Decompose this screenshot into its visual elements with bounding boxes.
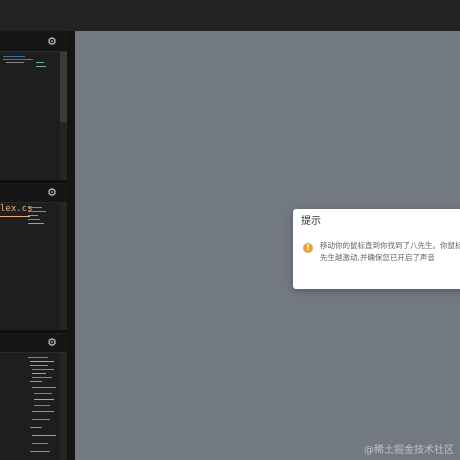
gear-icon[interactable]: ⚙ <box>47 34 57 50</box>
file-tab-label[interactable]: lex.cs <box>0 203 33 215</box>
active-tab-indicator <box>0 216 30 217</box>
warning-icon: ! <box>303 243 313 253</box>
scrollbar-thumb[interactable] <box>60 52 67 122</box>
code-panel-js[interactable]: ⚙ <box>0 334 67 460</box>
code-editor[interactable] <box>0 353 60 460</box>
gear-icon[interactable]: ⚙ <box>47 185 57 201</box>
dialog-title: 提示 <box>301 216 321 227</box>
gear-icon[interactable]: ⚙ <box>47 335 57 351</box>
code-editor[interactable] <box>0 203 60 330</box>
panel-header: ⚙ <box>0 33 67 52</box>
alert-dialog: 提示 ! 移动你的鼠标直到你找到了八先生。你鼠标 先生越激动,并确保您已开启了声… <box>293 209 460 289</box>
panel-header: ⚙ <box>0 184 67 203</box>
code-panel-html[interactable]: ⚙ <box>0 33 67 180</box>
code-editor[interactable] <box>0 52 60 180</box>
panel-header: ⚙ <box>0 334 67 353</box>
minimap <box>60 203 67 330</box>
minimap <box>60 52 67 180</box>
minimap <box>60 353 67 460</box>
code-panel-css[interactable]: ⚙ lex.cs <box>0 184 67 330</box>
dialog-message-line: 移动你的鼠标直到你找到了八先生。你鼠标 <box>320 241 460 250</box>
watermark: @稀土掘金技术社区 <box>364 445 454 456</box>
dialog-message: 移动你的鼠标直到你找到了八先生。你鼠标 先生越激动,并确保您已开启了声音 <box>320 240 460 264</box>
top-toolbar <box>0 0 460 31</box>
panel-resize-divider[interactable] <box>67 31 75 460</box>
dialog-message-line: 先生越激动,并确保您已开启了声音 <box>320 253 435 262</box>
